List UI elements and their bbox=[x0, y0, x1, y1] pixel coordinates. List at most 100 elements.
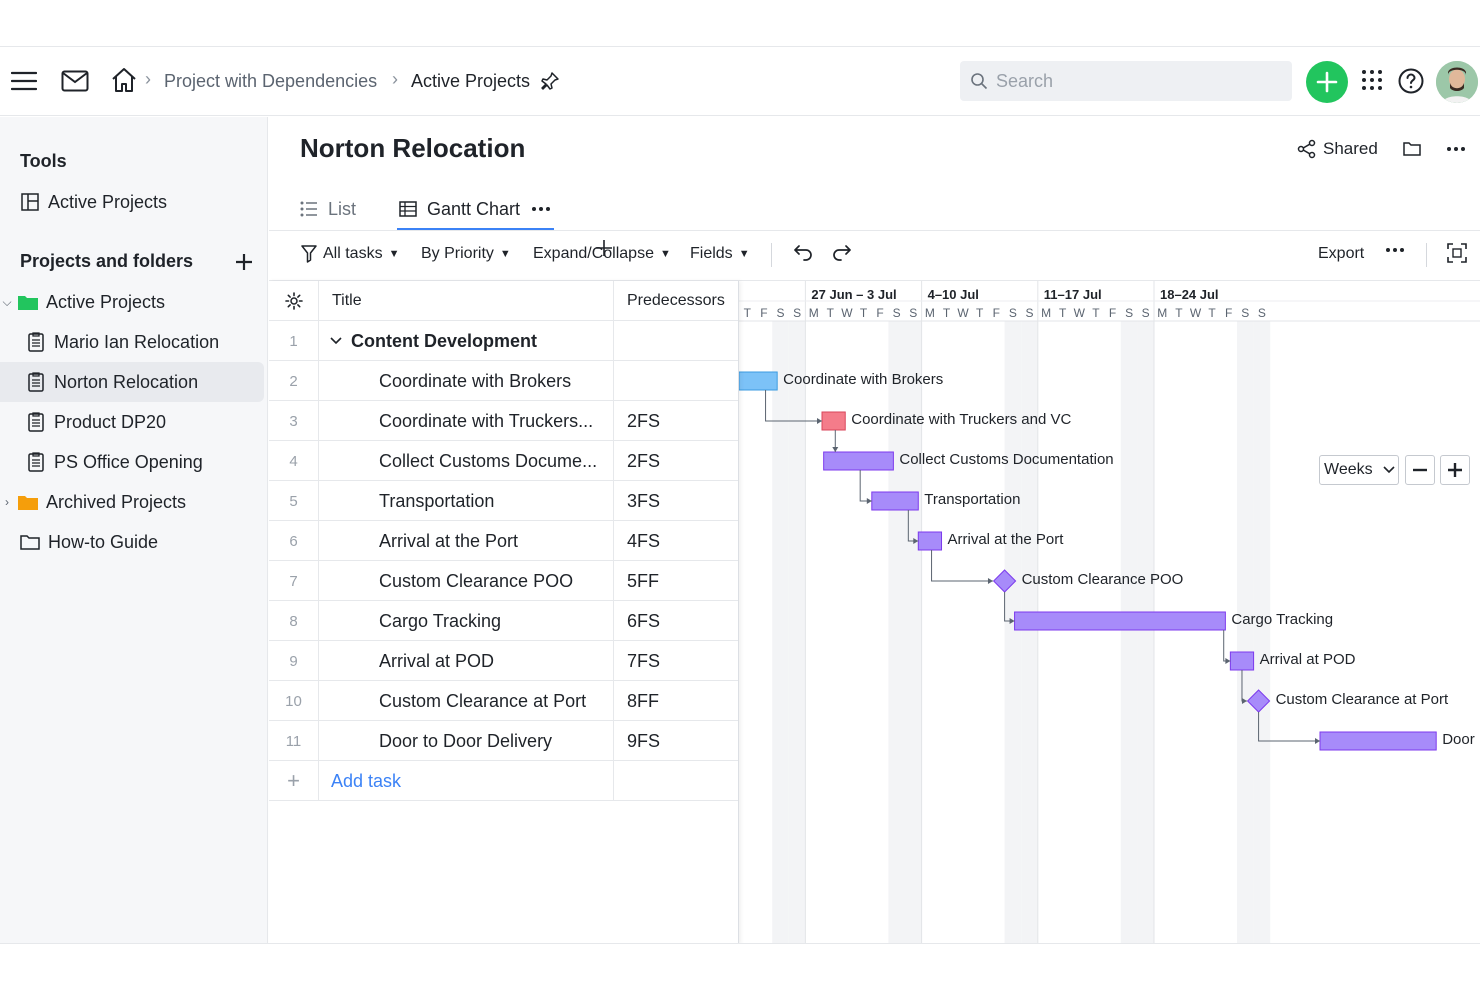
predecessor-cell[interactable]: 5FF bbox=[614, 561, 738, 601]
apps-grid-icon[interactable] bbox=[1360, 68, 1384, 92]
search-input[interactable] bbox=[996, 61, 1286, 101]
task-title-cell[interactable]: Transportation bbox=[319, 481, 614, 521]
add-project-icon[interactable] bbox=[233, 251, 255, 273]
toolbar-more-button[interactable] bbox=[1386, 247, 1404, 253]
table-row[interactable]: 6 Arrival at the Port 4FS bbox=[269, 521, 738, 561]
table-row[interactable]: 5 Transportation 3FS bbox=[269, 481, 738, 521]
folder-button[interactable] bbox=[1403, 141, 1421, 157]
expand-collapse-dropdown[interactable]: Expand/Collapse ▼ bbox=[533, 245, 671, 263]
task-title-cell[interactable]: Custom Clearance POO bbox=[319, 561, 614, 601]
bar-label: Transportation bbox=[924, 491, 1021, 508]
home-icon[interactable] bbox=[110, 65, 138, 95]
predecessor-cell[interactable]: 2FS bbox=[614, 401, 738, 441]
task-title-cell[interactable]: Collect Customs Docume... bbox=[319, 441, 614, 481]
sidebar-item-tools-active-projects[interactable]: Active Projects bbox=[0, 182, 264, 222]
add-task-link[interactable]: Add task bbox=[319, 761, 614, 801]
chevron-down-icon bbox=[1383, 466, 1395, 474]
by-priority-dropdown[interactable]: By Priority ▼ bbox=[421, 245, 511, 263]
table-row[interactable]: 9 Arrival at POD 7FS bbox=[269, 641, 738, 681]
grid-settings-icon[interactable] bbox=[269, 281, 319, 321]
add-task-row[interactable]: + Add task bbox=[269, 761, 738, 801]
tab-list[interactable]: List bbox=[300, 189, 356, 229]
sidebar-item-ps-office-opening[interactable]: PS Office Opening bbox=[0, 442, 264, 482]
chevron-right-icon[interactable]: › bbox=[0, 495, 14, 509]
row-number: 3 bbox=[269, 401, 319, 441]
task-title-cell[interactable]: Arrival at the Port bbox=[319, 521, 614, 561]
search-box[interactable] bbox=[960, 61, 1292, 101]
add-icon[interactable]: + bbox=[269, 761, 319, 801]
pin-icon[interactable] bbox=[538, 69, 562, 93]
chevron-down-icon: ▼ bbox=[388, 248, 400, 260]
day-label: S bbox=[892, 306, 901, 320]
sidebar-item-active-projects[interactable]: ⌵ Active Projects bbox=[0, 282, 264, 322]
day-label: T bbox=[942, 306, 951, 320]
table-row[interactable]: 8 Cargo Tracking 6FS bbox=[269, 601, 738, 641]
predecessor-cell[interactable] bbox=[614, 321, 738, 361]
predecessor-cell[interactable]: 6FS bbox=[614, 601, 738, 641]
folder-icon bbox=[1403, 142, 1421, 156]
sidebar-item-how-to-guide[interactable]: How-to Guide bbox=[0, 522, 264, 562]
breadcrumb-current[interactable]: Active Projects bbox=[411, 69, 530, 93]
chevron-down-icon[interactable] bbox=[329, 336, 343, 346]
all-tasks-filter[interactable]: All tasks ▼ bbox=[301, 245, 399, 263]
breadcrumb-project[interactable]: Project with Dependencies bbox=[164, 69, 377, 93]
help-icon[interactable] bbox=[1397, 67, 1425, 95]
grid-header: Title Predecessors bbox=[269, 281, 738, 321]
user-avatar[interactable] bbox=[1436, 61, 1478, 103]
table-row[interactable]: 11 Door to Door Delivery 9FS bbox=[269, 721, 738, 761]
task-title-cell[interactable]: Arrival at POD bbox=[319, 641, 614, 681]
sidebar-item-norton-relocation[interactable]: Norton Relocation bbox=[0, 362, 264, 402]
column-header-predecessors[interactable]: Predecessors bbox=[614, 281, 738, 321]
export-label: Export bbox=[1318, 245, 1365, 262]
predecessor-cell[interactable]: 4FS bbox=[614, 521, 738, 561]
create-new-button[interactable] bbox=[1306, 61, 1348, 103]
breadcrumb-separator: › bbox=[392, 69, 398, 89]
task-title-cell[interactable]: Custom Clearance at Port bbox=[319, 681, 614, 721]
sidebar-item-archived-projects[interactable]: › Archived Projects bbox=[0, 482, 264, 522]
table-row[interactable]: 3 Coordinate with Truckers... 2FS bbox=[269, 401, 738, 441]
zoom-out-button[interactable] bbox=[1405, 455, 1435, 485]
gantt-chart: Weeks 27 Jun – 3 Jul 4–10 Jul 11–17 Jul 18–… bbox=[739, 281, 1480, 943]
predecessor-cell[interactable] bbox=[614, 361, 738, 401]
weekend-shade bbox=[1137, 321, 1154, 943]
page-title: Norton Relocation bbox=[300, 133, 526, 163]
scale-select[interactable]: Weeks bbox=[1319, 455, 1399, 485]
table-row[interactable]: 4 Collect Customs Docume... 2FS bbox=[269, 441, 738, 481]
table-row[interactable]: 10 Custom Clearance at Port 8FF bbox=[269, 681, 738, 721]
sidebar-item-label: Norton Relocation bbox=[54, 371, 199, 392]
task-title-cell[interactable]: Coordinate with Brokers bbox=[319, 361, 614, 401]
day-label: F bbox=[1108, 306, 1117, 320]
predecessor-cell[interactable]: 7FS bbox=[614, 641, 738, 681]
fields-dropdown[interactable]: Fields ▼ bbox=[690, 245, 750, 263]
undo-button[interactable] bbox=[793, 243, 813, 261]
tab-gantt-chart[interactable]: Gantt Chart bbox=[399, 189, 551, 229]
sidebar-item-product-dp20[interactable]: Product DP20 bbox=[0, 402, 264, 442]
day-label: T bbox=[1092, 306, 1100, 320]
column-header-title[interactable]: Title bbox=[319, 281, 614, 321]
chevron-down-icon[interactable]: ⌵ bbox=[0, 295, 14, 310]
redo-button[interactable] bbox=[832, 243, 852, 261]
predecessor-cell[interactable]: 2FS bbox=[614, 441, 738, 481]
task-title-cell[interactable]: Cargo Tracking bbox=[319, 601, 614, 641]
mail-icon[interactable] bbox=[60, 67, 90, 95]
task-title-cell[interactable]: Door to Door Delivery bbox=[319, 721, 614, 761]
row-number: 9 bbox=[269, 641, 319, 681]
zoom-in-button[interactable] bbox=[1440, 455, 1470, 485]
hamburger-menu-icon[interactable] bbox=[10, 67, 38, 95]
more-options-button[interactable] bbox=[1446, 139, 1466, 159]
predecessor-cell[interactable]: 9FS bbox=[614, 721, 738, 761]
fullscreen-button[interactable] bbox=[1447, 243, 1467, 263]
day-label: T bbox=[1175, 306, 1183, 320]
predecessor-cell[interactable]: 3FS bbox=[614, 481, 738, 521]
tab-more-icon[interactable] bbox=[532, 206, 551, 212]
predecessor-cell[interactable]: 8FF bbox=[614, 681, 738, 721]
task-title-cell[interactable]: Content Development bbox=[319, 321, 614, 361]
sidebar-item-mario-ian-relocation[interactable]: Mario Ian Relocation bbox=[0, 322, 264, 362]
table-row[interactable]: 2 Coordinate with Brokers bbox=[269, 361, 738, 401]
shared-button[interactable]: Shared bbox=[1297, 139, 1378, 159]
table-row[interactable]: 7 Custom Clearance POO 5FF bbox=[269, 561, 738, 601]
export-button[interactable]: Export bbox=[1318, 245, 1364, 263]
task-title-cell[interactable]: Coordinate with Truckers... bbox=[319, 401, 614, 441]
table-row[interactable]: 1 Content Development bbox=[269, 321, 738, 361]
task-title: Custom Clearance POO bbox=[379, 570, 574, 591]
